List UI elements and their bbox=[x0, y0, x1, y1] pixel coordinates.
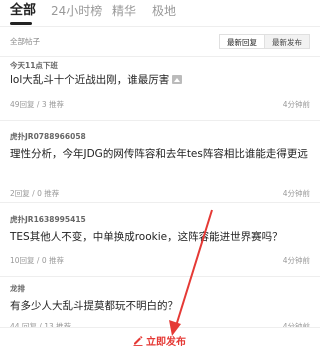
post-time: 4分钟前 bbox=[282, 100, 310, 109]
publish-bar: 立即发布 bbox=[0, 327, 320, 352]
image-icon bbox=[172, 75, 183, 84]
filter-divider bbox=[0, 56, 320, 57]
post-time: 4分钟前 bbox=[282, 256, 310, 265]
post-title[interactable]: 有多少人大乱斗提莫都玩不明白的？ bbox=[10, 298, 312, 314]
post-author[interactable]: 虎扑JR0788966058 bbox=[10, 131, 86, 142]
publish-label: 立即发布 bbox=[146, 336, 186, 348]
post-title-text: lol大乱斗十个近战出刚，谁最厉害 bbox=[10, 74, 170, 86]
post-divider bbox=[0, 120, 320, 121]
tab-bar: 全部 24小时榜 精华 极地 bbox=[0, 0, 320, 26]
post-meta: 49回复 / 3 推荐 bbox=[10, 100, 64, 109]
post-divider bbox=[0, 276, 320, 277]
filter-label: 全部帖子 bbox=[10, 37, 40, 46]
sort-latest-publish-button[interactable]: 最新发布 bbox=[265, 34, 310, 49]
active-tab-indicator bbox=[10, 22, 32, 25]
post-item[interactable]: 龙排 有多少人大乱斗提莫都玩不明白的？ 44 回复 / 13 推荐 4分钟前 bbox=[0, 283, 320, 333]
sort-toggle: 最新回复 最新发布 bbox=[219, 34, 310, 49]
filter-bar: 全部帖子 最新回复 最新发布 bbox=[0, 27, 320, 55]
post-meta: 10回复 / 0 推荐 bbox=[10, 256, 64, 265]
post-divider bbox=[0, 202, 320, 203]
post-title[interactable]: 理性分析，今年JDG的网传阵容和去年tes阵容相比谁能走得更远 bbox=[10, 146, 312, 162]
tab-24h-ranking[interactable]: 24小时榜 bbox=[51, 3, 102, 19]
tab-polar[interactable]: 极地 bbox=[152, 3, 176, 19]
post-meta: 2回复 / 0 推荐 bbox=[10, 189, 60, 198]
tab-featured[interactable]: 精华 bbox=[112, 3, 136, 19]
post-author[interactable]: 虎扑JR1638995415 bbox=[10, 214, 86, 225]
post-item[interactable]: 虎扑JR0788966058 理性分析，今年JDG的网传阵容和去年tes阵容相比… bbox=[0, 131, 320, 201]
tab-all[interactable]: 全部 bbox=[10, 3, 36, 19]
post-author[interactable]: 龙排 bbox=[10, 283, 25, 294]
post-item[interactable]: 虎扑JR1638995415 TES其他人不变，中单换成rookie，这阵容能进… bbox=[0, 214, 320, 270]
publish-button[interactable]: 立即发布 bbox=[133, 332, 186, 348]
sort-latest-reply-button[interactable]: 最新回复 bbox=[219, 34, 265, 49]
post-author[interactable]: 今天11点下班 bbox=[10, 60, 58, 71]
post-time: 4分钟前 bbox=[282, 189, 310, 198]
post-title[interactable]: TES其他人不变，中单换成rookie，这阵容能进世界赛吗？ bbox=[10, 229, 312, 245]
post-title[interactable]: lol大乱斗十个近战出刚，谁最厉害 bbox=[10, 72, 312, 88]
pencil-icon bbox=[133, 335, 143, 346]
post-item[interactable]: 今天11点下班 lol大乱斗十个近战出刚，谁最厉害 49回复 / 3 推荐 4分… bbox=[0, 60, 320, 114]
